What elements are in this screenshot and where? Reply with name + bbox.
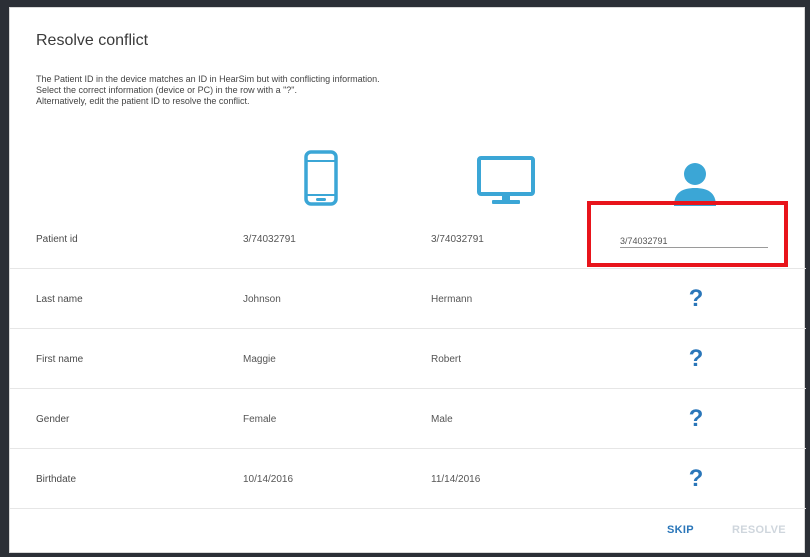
question-icon: ? <box>688 285 704 312</box>
resolve-conflict-dialog: Resolve conflict The Patient ID in the d… <box>9 7 806 553</box>
question-icon: ? <box>688 345 704 372</box>
device-value[interactable]: Female <box>243 389 276 449</box>
row-last-name: Last name Johnson Hermann ? <box>10 269 806 329</box>
pc-value[interactable]: Robert <box>431 329 461 389</box>
unresolved-question-mark: ? <box>686 269 706 329</box>
pc-value[interactable]: 11/14/2016 <box>431 449 480 509</box>
monitor-icon <box>476 148 536 206</box>
row-label: Last name <box>36 293 83 305</box>
device-value[interactable]: Johnson <box>243 269 281 329</box>
row-birthdate: Birthdate 10/14/2016 11/14/2016 ? <box>10 449 806 509</box>
description-line-2: Select the correct information (device o… <box>36 85 297 95</box>
question-icon: ? <box>688 465 704 492</box>
row-label: Patient id <box>36 233 78 245</box>
dialog-description: The Patient ID in the device matches an … <box>36 74 380 107</box>
description-line-3: Alternatively, edit the patient ID to re… <box>36 96 250 106</box>
resolve-button[interactable]: RESOLVE <box>732 524 786 536</box>
row-first-name: First name Maggie Robert ? <box>10 329 806 389</box>
pc-value[interactable]: Hermann <box>431 269 472 329</box>
dialog-title: Resolve conflict <box>36 32 149 49</box>
person-icon <box>670 148 720 206</box>
device-value[interactable]: 3/74032791 <box>243 209 296 269</box>
unresolved-question-mark: ? <box>686 329 706 389</box>
unresolved-question-mark: ? <box>686 449 706 509</box>
row-gender: Gender Female Male ? <box>10 389 806 449</box>
pc-value[interactable]: Male <box>431 389 453 449</box>
phone-icon <box>298 148 344 206</box>
device-value[interactable]: Maggie <box>243 329 276 389</box>
device-value[interactable]: 10/14/2016 <box>243 449 293 509</box>
pc-value[interactable]: 3/74032791 <box>431 209 484 269</box>
patient-id-input[interactable] <box>620 228 768 248</box>
row-label: Birthdate <box>36 473 77 485</box>
description-line-1: The Patient ID in the device matches an … <box>36 74 380 84</box>
unresolved-question-mark: ? <box>686 389 706 449</box>
skip-button[interactable]: SKIP <box>667 524 694 536</box>
row-label: Gender <box>36 413 70 425</box>
row-label: First name <box>36 353 84 365</box>
question-icon: ? <box>688 405 704 432</box>
